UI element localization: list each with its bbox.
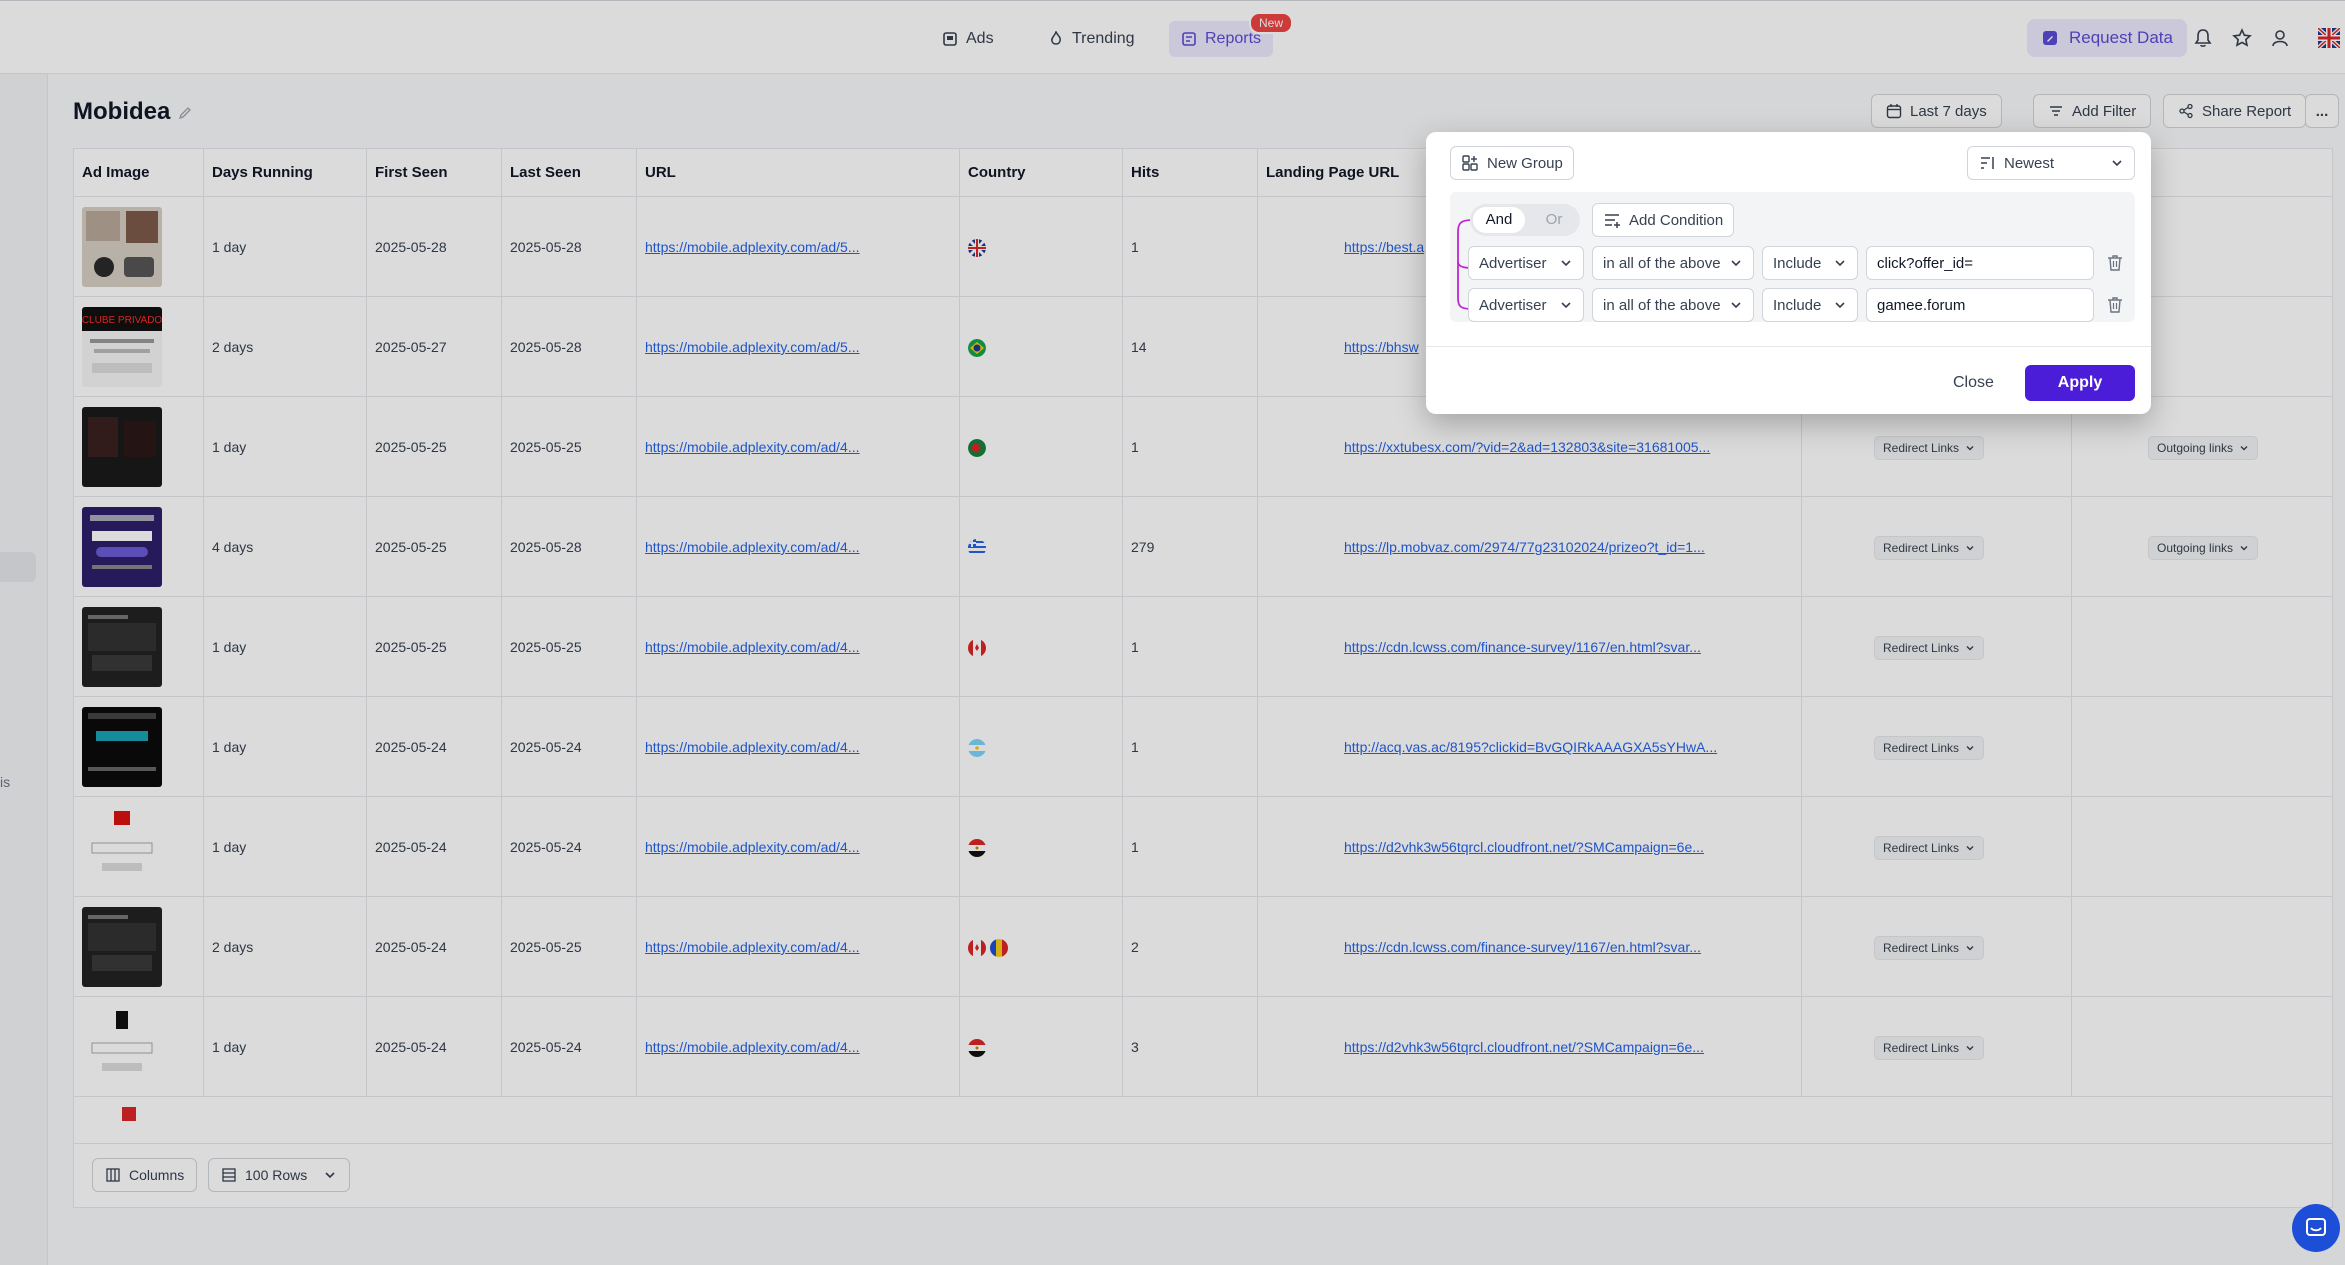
condition-field-value: Advertiser [1479, 296, 1547, 314]
new-group-label: New Group [1487, 154, 1563, 172]
chevron-down-icon [2112, 160, 2122, 167]
condition-field-select[interactable]: Advertiser [1468, 246, 1584, 280]
condition-scope-value: in all of the above [1603, 254, 1721, 272]
close-button[interactable]: Close [1939, 365, 2008, 401]
condition-scope-select[interactable]: in all of the above [1592, 288, 1754, 322]
filter-modal: New Group Newest And Or Add Condition Ad… [1426, 132, 2151, 414]
condition-value-input[interactable] [1866, 246, 2094, 280]
sort-icon [1981, 157, 1994, 169]
new-group-button[interactable]: New Group [1450, 146, 1574, 180]
chat-widget-button[interactable] [2292, 1204, 2340, 1252]
chevron-down-icon [1731, 260, 1741, 267]
sort-label: Newest [2004, 154, 2055, 172]
condition-operator-select[interactable]: Include [1762, 288, 1858, 322]
condition-scope-select[interactable]: in all of the above [1592, 246, 1754, 280]
toggle-and[interactable]: And [1473, 207, 1525, 233]
trash-icon[interactable] [2106, 296, 2124, 314]
add-condition-icon [1605, 214, 1620, 228]
chevron-down-icon [1835, 260, 1845, 267]
condition-field-value: Advertiser [1479, 254, 1547, 272]
chevron-down-icon [1835, 302, 1845, 309]
apply-button[interactable]: Apply [2025, 365, 2135, 401]
modal-divider [1426, 346, 2151, 347]
sort-select[interactable]: Newest [1967, 146, 2135, 180]
chevron-down-icon [1731, 302, 1741, 309]
condition-value-input[interactable] [1866, 288, 2094, 322]
condition-operator-value: Include [1773, 254, 1822, 272]
chevron-down-icon [1561, 260, 1571, 267]
add-condition-button[interactable]: Add Condition [1592, 203, 1735, 237]
condition-operator-value: Include [1773, 296, 1822, 314]
toggle-or[interactable]: Or [1530, 207, 1578, 233]
chat-icon [2306, 1218, 2326, 1236]
add-condition-label: Add Condition [1629, 211, 1724, 229]
chevron-down-icon [1561, 302, 1571, 309]
condition-scope-value: in all of the above [1603, 296, 1721, 314]
condition-operator-select[interactable]: Include [1762, 246, 1858, 280]
condition-field-select[interactable]: Advertiser [1468, 288, 1584, 322]
and-or-toggle[interactable]: And Or [1470, 204, 1580, 236]
trash-icon[interactable] [2106, 254, 2124, 272]
group-icon [1462, 155, 1478, 171]
